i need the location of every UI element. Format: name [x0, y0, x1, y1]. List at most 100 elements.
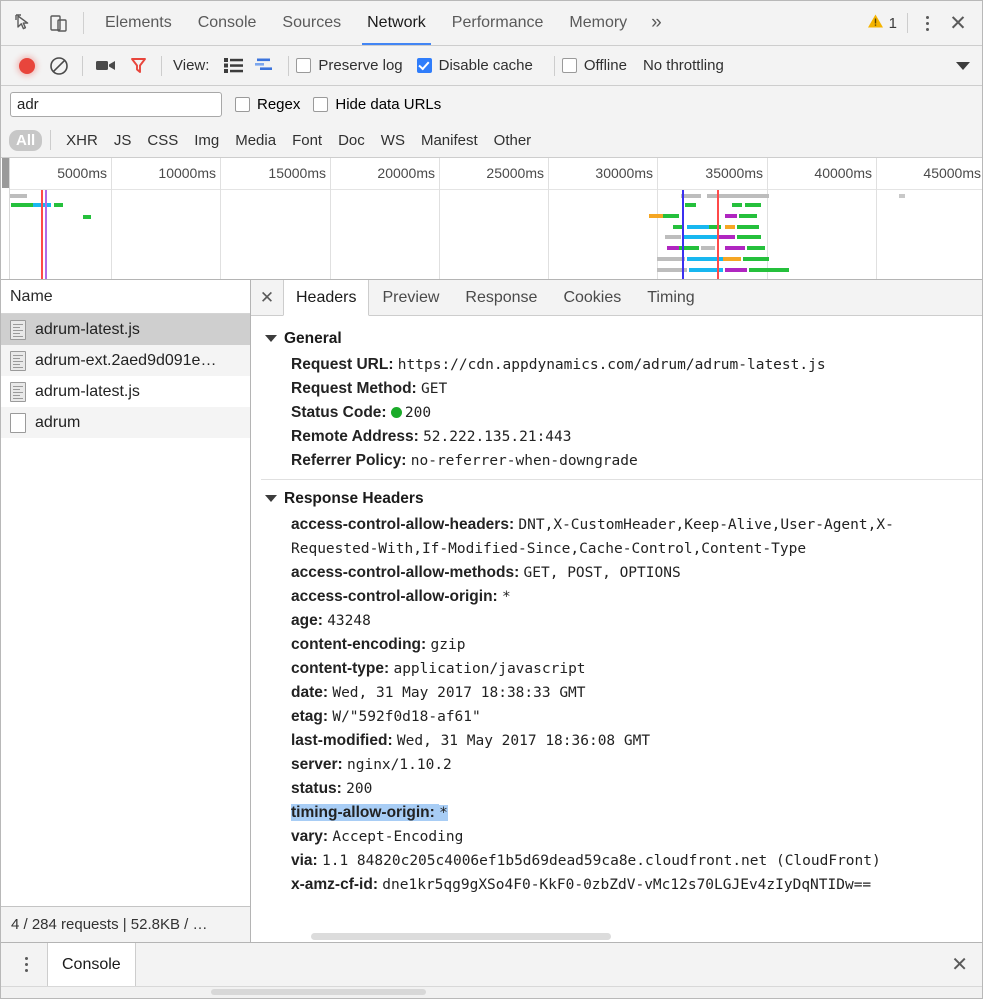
request-name: adrum-ext.2aed9d091e… — [35, 351, 217, 369]
tabbar-right-divider — [907, 13, 908, 33]
tab-network[interactable]: Network — [354, 1, 439, 45]
header-key: date: — [291, 684, 333, 701]
tab-memory[interactable]: Memory — [556, 1, 640, 45]
filter-input[interactable] — [10, 92, 222, 117]
overview-tick-label: 5000ms — [57, 165, 107, 181]
header-key: access-control-allow-headers: — [291, 516, 519, 533]
resource-type-filters: All XHR JS CSS Img Media Font Doc WS Man… — [1, 123, 982, 158]
request-summary-text: 4 / 284 requests | 52.8KB / … — [11, 916, 208, 933]
tab-elements[interactable]: Elements — [92, 1, 185, 45]
inspect-element-icon[interactable] — [7, 6, 41, 40]
type-filter-media[interactable]: Media — [228, 130, 283, 151]
preserve-log-box — [296, 58, 312, 73]
overview-request-bar — [747, 246, 765, 251]
request-row[interactable]: adrum-latest.js — [1, 314, 250, 345]
details-tab-headers[interactable]: Headers — [283, 280, 370, 316]
type-filter-all[interactable]: All — [9, 129, 43, 151]
overview-request-bar — [723, 257, 741, 262]
list-view-icon[interactable] — [217, 50, 249, 82]
script-file-icon — [10, 381, 26, 402]
header-value: * — [439, 805, 448, 821]
status-ok-dot-icon — [390, 407, 402, 418]
type-filter-font[interactable]: Font — [285, 130, 329, 151]
details-tab-preview[interactable]: Preview — [369, 280, 452, 315]
more-tabs-button[interactable]: » — [640, 1, 673, 45]
request-row[interactable]: adrum — [1, 407, 250, 438]
camera-icon[interactable] — [90, 50, 122, 82]
overview-event-line — [717, 190, 719, 279]
bottom-scroll-strip[interactable] — [1, 986, 982, 998]
overview-event-line — [41, 190, 43, 279]
header-row: via: 1.1 84820c205c4006ef1b5d69dead59ca8… — [251, 849, 982, 873]
type-filter-doc[interactable]: Doc — [331, 130, 372, 151]
header-value: 200 — [346, 781, 373, 797]
header-key: age: — [291, 612, 328, 629]
details-close-icon[interactable]: ✕ — [251, 280, 283, 315]
close-icon[interactable]: ✕ — [942, 7, 974, 39]
warning-indicator[interactable]: 1 — [867, 13, 907, 33]
drawer-kebab-menu-icon[interactable] — [11, 950, 41, 980]
request-list[interactable]: adrum-latest.js adrum-ext.2aed9d091e… adru… — [1, 314, 250, 906]
overview-gutter — [1, 158, 10, 279]
caret-down-icon[interactable] — [956, 61, 970, 70]
kebab-menu-icon[interactable] — [912, 8, 942, 38]
header-row: content-type: application/javascript — [251, 657, 982, 681]
type-filter-other[interactable]: Other — [487, 130, 539, 151]
header-value: GET — [421, 381, 448, 397]
header-key: server: — [291, 756, 348, 773]
throttling-select[interactable]: No throttling — [643, 57, 724, 74]
response-headers-section-header[interactable]: Response Headers — [251, 484, 982, 513]
hide-data-urls-box — [313, 97, 329, 112]
network-overview-timeline[interactable]: 5000ms 10000ms 15000ms 20000ms 25000ms 30000m… — [1, 158, 982, 280]
type-filter-manifest[interactable]: Manifest — [414, 130, 485, 151]
tab-performance[interactable]: Performance — [439, 1, 557, 45]
general-section-header[interactable]: General — [251, 324, 982, 353]
request-row[interactable]: adrum-ext.2aed9d091e… — [1, 345, 250, 376]
type-filter-xhr[interactable]: XHR — [59, 130, 105, 151]
network-toolbar: View: Preserve log Disable cache Offline… — [1, 46, 982, 86]
overview-request-bar — [717, 278, 737, 279]
horizontal-scrollbar-thumb[interactable] — [211, 989, 426, 995]
response-header-rows: access-control-allow-headers: DNT,X-Cust… — [251, 513, 982, 897]
header-row: status: 200 — [251, 777, 982, 801]
tab-network-label: Network — [367, 14, 426, 31]
offline-checkbox[interactable]: Offline — [561, 57, 627, 74]
disable-cache-label: Disable cache — [438, 57, 533, 74]
request-row[interactable]: adrum-latest.js — [1, 376, 250, 407]
preserve-log-checkbox[interactable]: Preserve log — [296, 57, 403, 74]
hide-data-urls-checkbox[interactable]: Hide data URLs — [313, 96, 441, 113]
device-toolbar-icon[interactable] — [41, 6, 75, 40]
type-filter-img[interactable]: Img — [187, 130, 226, 151]
devtools-window: Elements Console Sources Network Perform… — [0, 0, 983, 999]
details-tab-cookies[interactable]: Cookies — [550, 280, 634, 315]
header-key: Remote Address: — [291, 428, 424, 445]
waterfall-view-icon[interactable] — [249, 50, 281, 82]
funnel-filter-icon[interactable] — [122, 50, 154, 82]
type-filter-ws[interactable]: WS — [374, 130, 412, 151]
details-tab-response[interactable]: Response — [452, 280, 550, 315]
details-tab-timing-label: Timing — [647, 288, 695, 306]
tab-sources[interactable]: Sources — [269, 1, 354, 45]
details-horizontal-scrollbar[interactable] — [311, 933, 611, 940]
headers-content[interactable]: General Request URL: https://cdn.appdyna… — [251, 316, 982, 942]
details-tab-timing[interactable]: Timing — [634, 280, 707, 315]
details-tab-preview-label: Preview — [382, 288, 440, 306]
disable-cache-checkbox[interactable]: Disable cache — [416, 57, 533, 74]
drawer-close-icon[interactable]: ✕ — [951, 952, 968, 977]
overview-request-bar — [732, 202, 742, 207]
network-body: Name adrum-latest.js adrum-ext.2aed9d091e… — [1, 280, 982, 942]
regex-checkbox[interactable]: Regex — [235, 96, 300, 113]
close-label: ✕ — [949, 11, 967, 35]
type-filter-js[interactable]: JS — [107, 130, 139, 151]
request-list-header[interactable]: Name — [1, 280, 250, 314]
header-row: etag: W/"592f0d18-af61" — [251, 705, 982, 729]
record-button-icon[interactable] — [11, 50, 43, 82]
drawer-tab-console[interactable]: Console — [47, 943, 136, 986]
section-divider — [261, 479, 982, 480]
type-filter-css[interactable]: CSS — [140, 130, 185, 151]
overview-request-bar — [11, 202, 33, 207]
tab-console[interactable]: Console — [185, 1, 270, 45]
clear-circle-slash-icon[interactable] — [43, 50, 75, 82]
details-tabbar: ✕ Headers Preview Response Cookies Timin… — [251, 280, 982, 316]
overview-tick-label: 40000ms — [814, 165, 872, 181]
